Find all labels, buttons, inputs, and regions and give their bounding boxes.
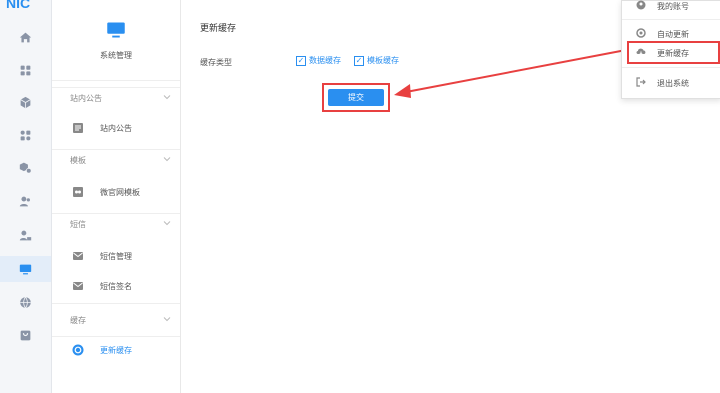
dropdown-my-account[interactable]: 我的账号 [622,0,720,15]
grid-icon [20,65,31,75]
logout-icon [636,77,646,87]
dropdown-highlight [627,41,720,64]
divider [622,67,720,68]
menu-item-notice[interactable]: 站内公告 [52,117,180,139]
dropdown-label: 退出系统 [657,79,689,88]
rail-settings-cube[interactable] [0,154,51,180]
rail-apps[interactable] [0,122,51,148]
page-title: 更新缓存 [200,23,237,33]
monitor-icon [19,264,32,274]
apps-icon [20,130,31,140]
bag-icon [20,330,31,340]
rail-monitor[interactable] [0,256,51,282]
data-cache-checkbox[interactable]: ✓ 数据缓存 [296,55,341,66]
divider [622,19,720,20]
group-template[interactable]: 模板 [52,149,180,170]
rail-globe[interactable] [0,289,51,315]
checkbox-label: 数据缓存 [309,56,341,65]
users-icon [19,196,30,206]
mail-sign-icon [73,282,83,290]
group-label: 站内公告 [70,94,102,103]
left-rail: NIC [0,0,52,393]
group-cache[interactable]: 缓存 [52,303,180,325]
account-icon [636,0,646,10]
group-label: 模板 [70,156,86,165]
check-icon: ✓ [296,55,306,66]
group-notice[interactable]: 站内公告 [52,87,180,108]
menu-item-label: 短信管理 [100,252,132,261]
app-logo[interactable]: NIC [0,0,51,10]
chevron-down-icon [163,95,171,100]
chevron-down-icon [163,317,171,322]
rail-grid[interactable] [0,57,51,83]
menu-item-label: 站内公告 [100,124,132,133]
submenu: 系统管理 站内公告 站内公告 模板 微官网模板 短信 短信管理 短信签名 缓存 … [52,0,181,393]
menu-item-sms-sign[interactable]: 短信签名 [52,275,180,297]
user-lock-icon [19,230,32,240]
refresh-icon [72,344,84,356]
group-label: 短信 [70,220,86,229]
annotation-arrow [394,49,627,98]
rail-cube[interactable] [0,89,51,115]
notice-icon [73,123,83,133]
rail-user-lock[interactable] [0,222,51,248]
dropdown-label: 自动更新 [657,30,689,39]
menu-item-label: 更新缓存 [100,346,132,355]
mail-icon [73,252,83,260]
rail-bag[interactable] [0,322,51,348]
submit-highlight: 提交 [322,83,390,112]
dropdown-logout[interactable]: 退出系统 [622,74,720,92]
rail-users[interactable] [0,188,51,214]
chevron-down-icon [163,221,171,226]
home-icon [19,32,32,42]
cache-type-label: 缓存类型 [200,58,232,67]
update-icon [636,28,646,38]
submit-button[interactable]: 提交 [328,89,384,106]
menu-item-refresh-cache[interactable]: 更新缓存 [52,339,180,361]
menu-item-sms-manage[interactable]: 短信管理 [52,245,180,267]
monitor-icon [107,22,125,38]
rail-home[interactable] [0,24,51,50]
dropdown-label: 我的账号 [657,2,689,11]
settings-cube-icon [19,162,32,174]
menu-item-label: 短信签名 [100,282,132,291]
globe-icon [20,296,31,308]
cube-icon [20,96,31,108]
chevron-down-icon [163,157,171,162]
menu-item-label: 微官网模板 [100,188,140,197]
template-icon [73,187,83,197]
submenu-header: 系统管理 [52,0,180,81]
group-sms[interactable]: 短信 [52,213,180,234]
menu-item-template[interactable]: 微官网模板 [52,181,180,203]
group-label: 缓存 [70,316,86,325]
submenu-title: 系统管理 [100,51,132,60]
check-icon: ✓ [354,55,364,66]
